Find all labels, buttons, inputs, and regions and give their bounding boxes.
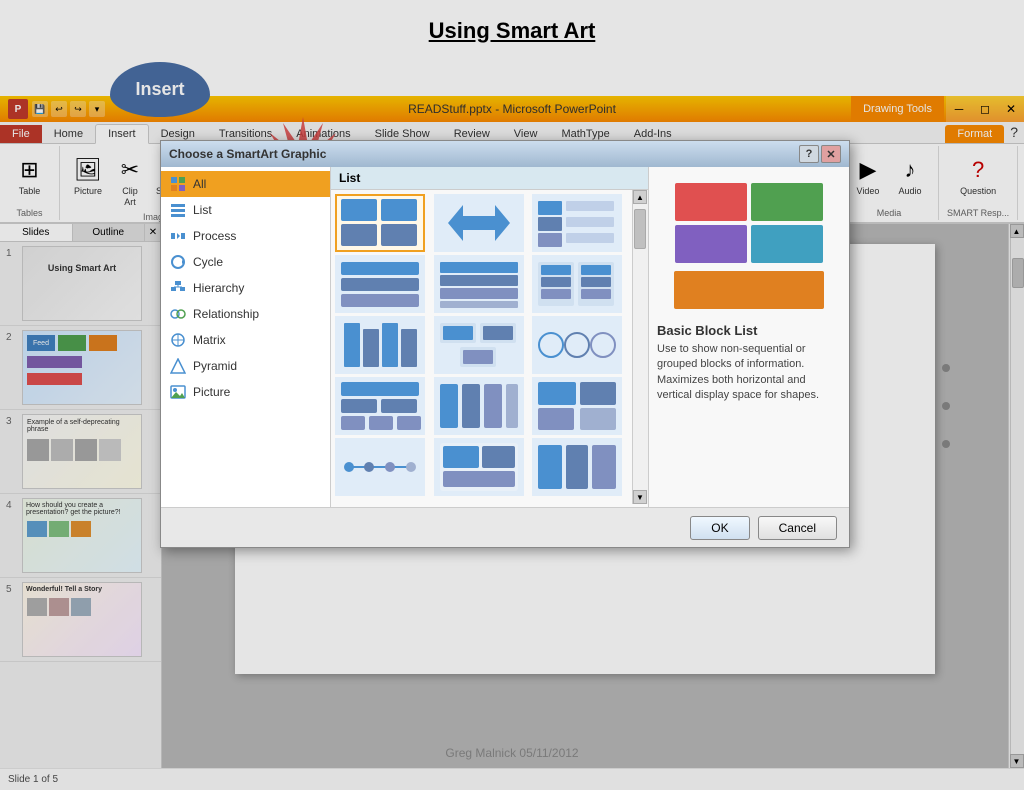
preview-block-red: [675, 183, 747, 221]
category-list: All List Process: [161, 167, 331, 507]
all-icon: [169, 175, 187, 193]
preview-block-orange: [674, 271, 824, 309]
art-item-4[interactable]: [335, 255, 425, 313]
preview-block-green: [751, 183, 823, 221]
art-item-14[interactable]: [434, 438, 524, 496]
cat-relationship[interactable]: Relationship: [161, 301, 330, 327]
status-text: Slide 1 of 5: [8, 774, 58, 785]
matrix-icon: [169, 331, 187, 349]
cat-list[interactable]: List: [161, 197, 330, 223]
cancel-button[interactable]: Cancel: [758, 516, 837, 540]
preview-block-cyan: [751, 225, 823, 263]
cat-cycle[interactable]: Cycle: [161, 249, 330, 275]
preview-title: Basic Block List: [657, 317, 841, 342]
art-grid: List: [331, 167, 649, 507]
dialog-close-btn[interactable]: ✕: [821, 145, 841, 163]
cat-pyramid[interactable]: Pyramid: [161, 353, 330, 379]
dialog-help-btn[interactable]: ?: [799, 145, 819, 163]
pyramid-icon: [169, 357, 187, 375]
relationship-icon: [169, 305, 187, 323]
cat-process[interactable]: Process: [161, 223, 330, 249]
grid-header: List: [331, 167, 648, 190]
dialog-footer: OK Cancel: [161, 507, 849, 547]
list-icon: [169, 201, 187, 219]
preview-graphic: [657, 175, 841, 317]
art-item-10[interactable]: [335, 377, 425, 435]
art-item-8[interactable]: [434, 316, 524, 374]
art-item-3[interactable]: [532, 194, 622, 252]
art-item-5[interactable]: [434, 255, 524, 313]
status-bar: Slide 1 of 5: [0, 768, 1024, 790]
art-item-13[interactable]: [335, 438, 425, 496]
dialog-body: All List Process: [161, 167, 849, 507]
art-preview: Basic Block List Use to show non-sequent…: [649, 167, 849, 507]
art-item-9[interactable]: [532, 316, 622, 374]
ok-button[interactable]: OK: [690, 516, 749, 540]
dialog-controls: ? ✕: [799, 145, 841, 163]
dialog-title: Choose a SmartArt Graphic: [169, 147, 799, 161]
art-item-6[interactable]: [532, 255, 622, 313]
cat-matrix[interactable]: Matrix: [161, 327, 330, 353]
dialog-titlebar: Choose a SmartArt Graphic ? ✕: [161, 141, 849, 167]
preview-block-purple: [675, 225, 747, 263]
cycle-icon: [169, 253, 187, 271]
grid-scroll-up[interactable]: ▲: [633, 190, 647, 204]
grid-scroll-down[interactable]: ▼: [633, 490, 647, 504]
art-item-11[interactable]: [434, 377, 524, 435]
process-icon: [169, 227, 187, 245]
cat-picture[interactable]: Picture: [161, 379, 330, 405]
cat-hierarchy[interactable]: Hierarchy: [161, 275, 330, 301]
smartart-dialog: Choose a SmartArt Graphic ? ✕ All: [160, 140, 850, 548]
art-item-7[interactable]: [335, 316, 425, 374]
art-item-2[interactable]: [434, 194, 524, 252]
art-item-12[interactable]: [532, 377, 622, 435]
picture-cat-icon: [169, 383, 187, 401]
art-item-1[interactable]: [335, 194, 425, 252]
art-item-15[interactable]: [532, 438, 622, 496]
cat-all[interactable]: All: [161, 171, 330, 197]
dialog-overlay: Choose a SmartArt Graphic ? ✕ All: [0, 0, 1024, 768]
hierarchy-icon: [169, 279, 187, 297]
preview-desc: Use to show non-sequential or grouped bl…: [657, 342, 841, 404]
art-items: [331, 190, 632, 500]
